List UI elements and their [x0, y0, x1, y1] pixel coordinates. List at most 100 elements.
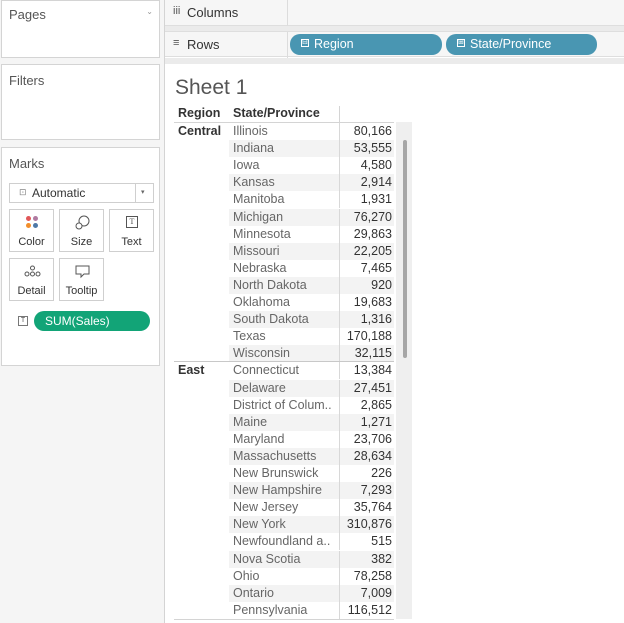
- table-row[interactable]: Nova Scotia 382: [229, 551, 394, 568]
- table-row[interactable]: Iowa 4,580: [229, 157, 394, 174]
- collapse-icon[interactable]: ⊟: [301, 39, 309, 47]
- region-cell[interactable]: Central: [178, 124, 221, 138]
- sales-value-cell[interactable]: 7,009: [361, 586, 392, 600]
- table-row[interactable]: New Brunswick 226: [229, 465, 394, 482]
- state-cell[interactable]: Oklahoma: [233, 295, 339, 309]
- table-row[interactable]: Nebraska 7,465: [229, 260, 394, 277]
- sales-value-cell[interactable]: 29,863: [354, 227, 392, 241]
- table-row[interactable]: New Hampshire 7,293: [229, 482, 394, 499]
- sales-value-cell[interactable]: 35,764: [354, 500, 392, 514]
- region-cell[interactable]: East: [178, 363, 204, 377]
- detail-button[interactable]: Detail: [9, 258, 54, 301]
- state-cell[interactable]: Minnesota: [233, 227, 339, 241]
- text-encoding-icon[interactable]: T: [18, 316, 28, 326]
- sales-value-cell[interactable]: 226: [371, 466, 392, 480]
- state-cell[interactable]: North Dakota: [233, 278, 339, 292]
- state-cell[interactable]: Kansas: [233, 175, 339, 189]
- table-row[interactable]: Newfoundland a.. 515: [229, 533, 394, 550]
- state-cell[interactable]: Iowa: [233, 158, 339, 172]
- table-row[interactable]: New York 310,876: [229, 516, 394, 533]
- sales-value-cell[interactable]: 32,115: [355, 346, 392, 360]
- sales-value-cell[interactable]: 4,580: [361, 158, 392, 172]
- state-cell[interactable]: Manitoba: [233, 192, 339, 206]
- sales-value-cell[interactable]: 27,451: [354, 381, 392, 395]
- table-row[interactable]: Missouri 22,205: [229, 243, 394, 260]
- filters-card[interactable]: Filters: [1, 64, 160, 140]
- columns-shelf[interactable]: iii Columns: [165, 0, 624, 26]
- table-row[interactable]: Illinois 80,166: [229, 123, 394, 140]
- sales-value-cell[interactable]: 53,555: [354, 141, 392, 155]
- table-row[interactable]: Texas 170,188: [229, 328, 394, 345]
- sales-value-cell[interactable]: 116,512: [348, 603, 392, 617]
- state-cell[interactable]: Michigan: [233, 210, 339, 224]
- table-row[interactable]: Ontario 7,009: [229, 585, 394, 602]
- table-row[interactable]: Kansas 2,914: [229, 174, 394, 191]
- mark-type-dropdown[interactable]: ⊡ Automatic ▾: [9, 183, 154, 203]
- region-pill[interactable]: ⊟ Region: [290, 34, 442, 55]
- size-button[interactable]: Size: [59, 209, 104, 252]
- state-cell[interactable]: Connecticut: [233, 363, 339, 377]
- table-row[interactable]: South Dakota 1,316: [229, 311, 394, 328]
- sales-value-cell[interactable]: 2,865: [361, 398, 392, 412]
- sales-value-cell[interactable]: 2,914: [361, 175, 392, 189]
- state-province-pill[interactable]: ⊞ State/Province: [446, 34, 597, 55]
- sales-value-cell[interactable]: 78,258: [354, 569, 392, 583]
- sales-value-cell[interactable]: 7,465: [361, 261, 392, 275]
- state-cell[interactable]: Illinois: [233, 124, 339, 138]
- sales-value-cell[interactable]: 1,316: [361, 312, 392, 326]
- table-row[interactable]: Minnesota 29,863: [229, 226, 394, 243]
- pages-card[interactable]: Pages ⌄: [1, 0, 160, 58]
- state-cell[interactable]: Wisconsin: [233, 346, 339, 360]
- table-row[interactable]: North Dakota 920: [229, 277, 394, 294]
- table-row[interactable]: Massachusetts 28,634: [229, 448, 394, 465]
- chevron-down-icon[interactable]: ⌄: [146, 7, 153, 16]
- state-cell[interactable]: Maryland: [233, 432, 339, 446]
- sales-value-cell[interactable]: 920: [371, 278, 392, 292]
- state-cell[interactable]: New Hampshire: [233, 483, 339, 497]
- state-cell[interactable]: District of Colum..: [233, 398, 339, 412]
- state-cell[interactable]: South Dakota: [233, 312, 339, 326]
- state-cell[interactable]: Nova Scotia: [233, 552, 339, 566]
- state-cell[interactable]: Newfoundland a..: [233, 534, 339, 548]
- table-row[interactable]: Delaware 27,451: [229, 380, 394, 397]
- state-cell[interactable]: Ohio: [233, 569, 339, 583]
- sales-value-cell[interactable]: 7,293: [361, 483, 392, 497]
- table-row[interactable]: Maryland 23,706: [229, 431, 394, 448]
- state-cell[interactable]: New York: [233, 517, 339, 531]
- sheet-title[interactable]: Sheet 1: [175, 76, 247, 100]
- color-button[interactable]: Color: [9, 209, 54, 252]
- text-button[interactable]: T Text: [109, 209, 154, 252]
- table-row[interactable]: Indiana 53,555: [229, 140, 394, 157]
- sales-value-cell[interactable]: 23,706: [354, 432, 392, 446]
- sales-value-cell[interactable]: 1,931: [361, 192, 392, 206]
- table-row[interactable]: Pennsylvania 116,512: [229, 602, 394, 619]
- sales-value-cell[interactable]: 310,876: [347, 517, 392, 531]
- state-cell[interactable]: Texas: [233, 329, 339, 343]
- state-province-header[interactable]: State/Province: [233, 106, 320, 120]
- mark-type-caret-button[interactable]: ▾: [135, 184, 153, 202]
- table-row[interactable]: New Jersey 35,764: [229, 499, 394, 516]
- table-row[interactable]: District of Colum.. 2,865: [229, 397, 394, 414]
- expand-icon[interactable]: ⊞: [457, 39, 465, 47]
- sales-value-cell[interactable]: 13,384: [354, 363, 392, 377]
- sales-value-cell[interactable]: 76,270: [354, 210, 392, 224]
- state-cell[interactable]: New Jersey: [233, 500, 339, 514]
- table-row[interactable]: Ohio 78,258: [229, 568, 394, 585]
- sales-value-cell[interactable]: 80,166: [354, 124, 392, 138]
- sales-value-cell[interactable]: 22,205: [354, 244, 392, 258]
- sales-value-cell[interactable]: 1,271: [361, 415, 392, 429]
- state-cell[interactable]: Ontario: [233, 586, 339, 600]
- state-cell[interactable]: Delaware: [233, 381, 339, 395]
- sales-value-cell[interactable]: 170,188: [347, 329, 392, 343]
- state-cell[interactable]: Massachusetts: [233, 449, 339, 463]
- region-header[interactable]: Region: [178, 106, 220, 120]
- table-row[interactable]: Manitoba 1,931: [229, 191, 394, 208]
- state-cell[interactable]: Maine: [233, 415, 339, 429]
- state-cell[interactable]: Pennsylvania: [233, 603, 339, 617]
- table-row[interactable]: Connecticut 13,384: [229, 362, 394, 379]
- sum-sales-pill[interactable]: SUM(Sales): [34, 311, 150, 331]
- sales-value-cell[interactable]: 28,634: [354, 449, 392, 463]
- state-cell[interactable]: Missouri: [233, 244, 339, 258]
- table-row[interactable]: Wisconsin 32,115: [229, 345, 394, 362]
- table-row[interactable]: Michigan 76,270: [229, 209, 394, 226]
